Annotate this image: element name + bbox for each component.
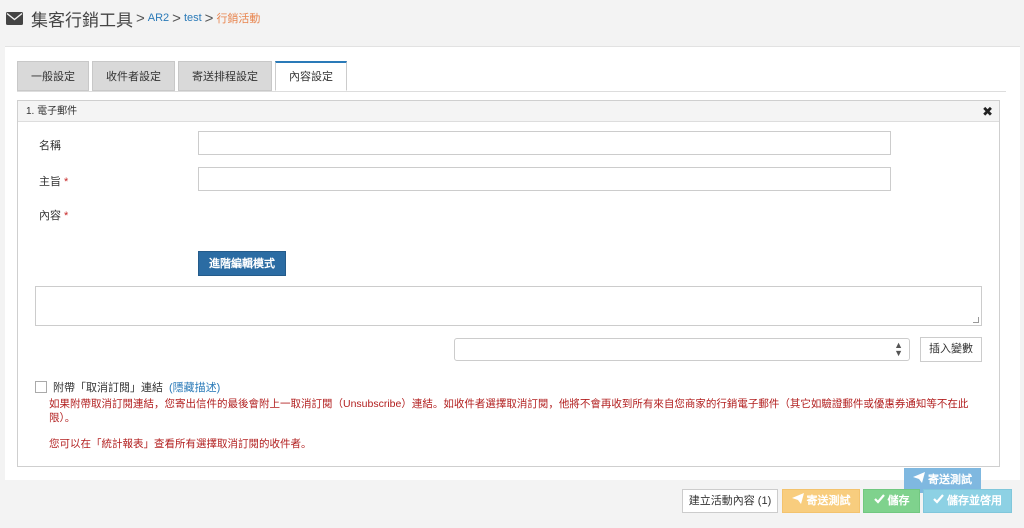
envelope-icon — [6, 11, 23, 25]
required-mark: * — [64, 176, 69, 188]
check-icon — [873, 494, 885, 504]
tab-schedule[interactable]: 寄送排程設定 — [178, 61, 272, 91]
footer-send-test-button[interactable]: 寄送測試 — [782, 489, 860, 513]
required-mark: * — [64, 210, 69, 222]
breadcrumb-separator: > — [204, 9, 214, 27]
subject-label: 主旨 * — [39, 176, 69, 188]
unsubscribe-option: 附帶「取消訂閱」連結 (隱藏描述) — [35, 379, 220, 395]
name-label: 名稱 — [39, 140, 61, 152]
paper-plane-icon — [913, 472, 925, 483]
unsubscribe-note: 如果附帶取消訂閱連結，您寄出信件的最後會附上一取消訂閱（Unsubscribe）… — [49, 398, 969, 424]
breadcrumb-current: 行銷活動 — [216, 13, 261, 25]
tab-bar: 一般設定 收件者設定 寄送排程設定 內容設定 — [17, 61, 350, 91]
name-input[interactable] — [198, 131, 891, 155]
content-label: 內容 * — [39, 210, 69, 222]
build-content-button[interactable]: 建立活動內容 (1) — [682, 489, 778, 513]
section-header: 1. 電子郵件 ✖ — [18, 101, 999, 122]
resize-handle-icon[interactable] — [973, 317, 979, 323]
tab-divider — [17, 91, 1006, 92]
close-icon[interactable]: ✖ — [982, 101, 993, 122]
statistics-note: 您可以在「統計報表」查看所有選擇取消訂閱的收件者。 — [49, 438, 312, 450]
subject-input[interactable] — [198, 167, 891, 191]
paper-plane-icon — [791, 493, 804, 504]
variable-select[interactable]: ▲ ▼ — [454, 338, 910, 361]
breadcrumb-separator: > — [136, 9, 145, 27]
save-enable-button[interactable]: 儲存並啓用 — [923, 489, 1012, 513]
advanced-editor-button[interactable]: 進階編輯模式 — [198, 251, 286, 276]
page-header: 集客行銷工具 > AR2 > test > 行銷活動 — [0, 0, 1024, 36]
app-title: 集客行銷工具 — [31, 10, 133, 30]
unsubscribe-checkbox[interactable] — [35, 381, 47, 393]
email-section: 1. 電子郵件 ✖ 名稱 主旨 * 內容 * 進階編輯模式 ▲ ▼ 插入變數 附帶「取… — [17, 100, 1000, 493]
main-panel: 一般設定 收件者設定 寄送排程設定 內容設定 1. 電子郵件 ✖ 名稱 主旨 * … — [5, 46, 1020, 493]
breadcrumb-ar2[interactable]: AR2 — [148, 12, 169, 24]
content-textarea[interactable] — [35, 286, 982, 326]
insert-variable-button[interactable]: 插入變數 — [920, 337, 982, 362]
save-button[interactable]: 儲存 — [863, 489, 920, 513]
section-title: 1. 電子郵件 — [26, 106, 78, 117]
tab-general[interactable]: 一般設定 — [17, 61, 89, 91]
hide-description-link[interactable]: (隱藏描述) — [169, 379, 220, 395]
unsubscribe-label[interactable]: 附帶「取消訂閱」連結 — [53, 379, 163, 395]
breadcrumb-separator: > — [172, 9, 181, 27]
tab-content[interactable]: 內容設定 — [275, 61, 347, 91]
breadcrumb-test[interactable]: test — [184, 12, 202, 24]
select-arrows-icon: ▲ ▼ — [894, 340, 903, 358]
tab-recipients[interactable]: 收件者設定 — [92, 61, 175, 91]
check-icon — [933, 494, 944, 504]
